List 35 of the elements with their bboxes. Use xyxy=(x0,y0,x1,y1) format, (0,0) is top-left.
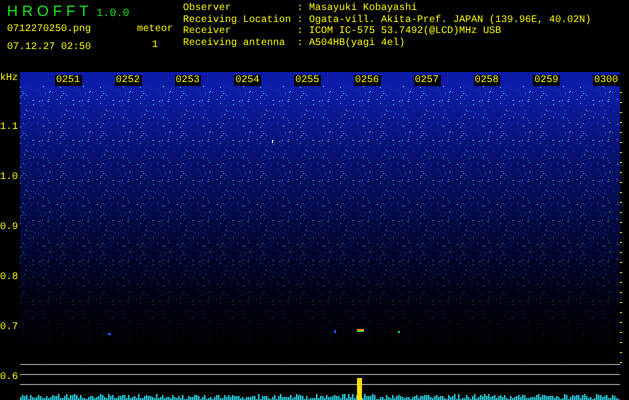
app-version: 1.0.0 xyxy=(96,8,130,20)
file-name: 0712270250.png xyxy=(7,24,92,35)
time-label: 0258 xyxy=(474,75,500,86)
info-label: Receiving antenna xyxy=(183,38,286,49)
axis-label: 1.1 xyxy=(0,121,18,135)
axis-unit: kHz xyxy=(0,72,18,86)
meteor-label: meteor xyxy=(136,24,173,35)
time-label: 0255 xyxy=(294,75,321,86)
time-label: 0256 xyxy=(354,75,381,86)
info-value: A504HB(yagi 4el) xyxy=(309,38,406,49)
info-value: Masayuki Kobayashi xyxy=(309,3,418,14)
meteor-count: 1 xyxy=(152,40,158,51)
info-value: Ogata-vill. Akita-Pref. JAPAN (139.96E, 40.02N) xyxy=(309,14,592,26)
time-label: 0251 xyxy=(55,75,82,86)
axis-label: 0.7 xyxy=(0,321,18,335)
info-label: Receiving Location xyxy=(183,14,292,26)
axis-label: 0.6 xyxy=(0,371,18,385)
info-separator: : xyxy=(297,14,304,26)
time-label: 0257 xyxy=(414,75,441,86)
axis-label: 0.8 xyxy=(0,271,18,285)
info-separator: : xyxy=(297,3,304,14)
app-title: H R O F F T xyxy=(7,3,88,20)
info-separator: : xyxy=(297,38,304,49)
info-label: Receiver xyxy=(183,26,232,38)
time-label: 0259 xyxy=(533,75,560,86)
date-time: 07.12.27 02:50 xyxy=(7,42,92,53)
axis-label: 1.0 xyxy=(0,171,18,185)
time-label: 0300 xyxy=(593,75,620,86)
time-label: 0254 xyxy=(234,75,262,86)
axis-label: 0.9 xyxy=(0,221,18,235)
info-label: Observer xyxy=(183,3,232,14)
time-label: 0253 xyxy=(174,75,202,86)
time-label: 0252 xyxy=(114,75,142,86)
info-value: ICOM IC-575 53.7492(@LCD)MHz USB xyxy=(309,26,502,38)
info-separator: : xyxy=(297,26,304,38)
